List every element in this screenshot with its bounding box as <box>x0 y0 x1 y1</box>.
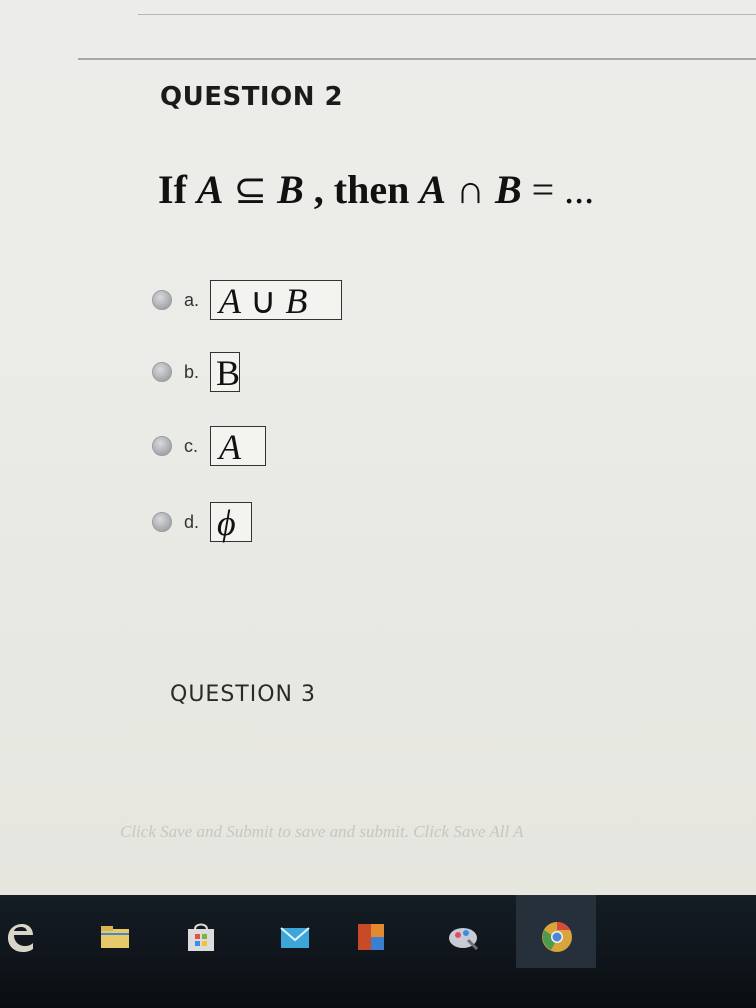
store-icon[interactable] <box>184 920 218 954</box>
question-2-text: If A ⊆ B , then A ∩ B = ... <box>158 166 594 213</box>
mail-icon[interactable] <box>278 920 312 954</box>
option-a-right: B <box>285 281 308 321</box>
question-2-label: QUESTION 2 <box>160 82 344 112</box>
option-c-letter: c. <box>184 435 199 456</box>
option-c-radio[interactable] <box>152 436 172 456</box>
union-symbol: ∪ <box>241 281 286 321</box>
option-b-radio[interactable] <box>152 362 172 382</box>
subset-symbol: ⊆ <box>223 167 278 212</box>
option-b-value: B <box>216 353 241 393</box>
option-b-answer: B <box>210 352 241 393</box>
save-submit-note: Click Save and Submit to save and submit… <box>120 822 524 841</box>
option-d-answer: ϕ <box>210 502 252 543</box>
option-c-answer: A <box>210 426 266 467</box>
option-a-left: A <box>219 281 241 321</box>
file-explorer-icon[interactable] <box>98 920 132 954</box>
set-a: A <box>419 167 447 212</box>
option-a[interactable]: a. A ∪ B <box>152 278 342 322</box>
option-a-letter: a. <box>184 289 200 310</box>
question-prefix: If <box>158 167 197 212</box>
option-d-value: ϕ <box>217 503 236 543</box>
then-text: , then <box>303 167 420 212</box>
option-a-answer: A ∪ B <box>210 280 342 321</box>
edge-icon[interactable] <box>2 920 36 954</box>
option-a-radio[interactable] <box>152 290 172 310</box>
question-3-label: QUESTION 3 <box>170 682 316 707</box>
divider <box>78 58 756 60</box>
divider <box>138 14 756 15</box>
set-b: B <box>277 167 304 212</box>
option-d-radio[interactable] <box>152 512 172 532</box>
option-b-letter: b. <box>184 361 200 382</box>
equals-text: = ... <box>521 167 595 212</box>
option-d-letter: d. <box>184 511 200 532</box>
paint-icon[interactable] <box>446 920 480 954</box>
chrome-icon[interactable] <box>540 920 574 954</box>
office-icon[interactable] <box>354 920 388 954</box>
set-b: B <box>494 167 522 212</box>
option-c[interactable]: c. A <box>152 424 266 468</box>
quiz-page: QUESTION 2 If A ⊆ B , then A ∩ B = ... a… <box>0 0 756 895</box>
intersect-symbol: ∩ <box>446 167 495 212</box>
option-b[interactable]: b. B <box>152 350 240 394</box>
option-c-value: A <box>219 427 241 467</box>
option-d[interactable]: d. ϕ <box>152 500 252 544</box>
set-a: A <box>196 167 224 212</box>
